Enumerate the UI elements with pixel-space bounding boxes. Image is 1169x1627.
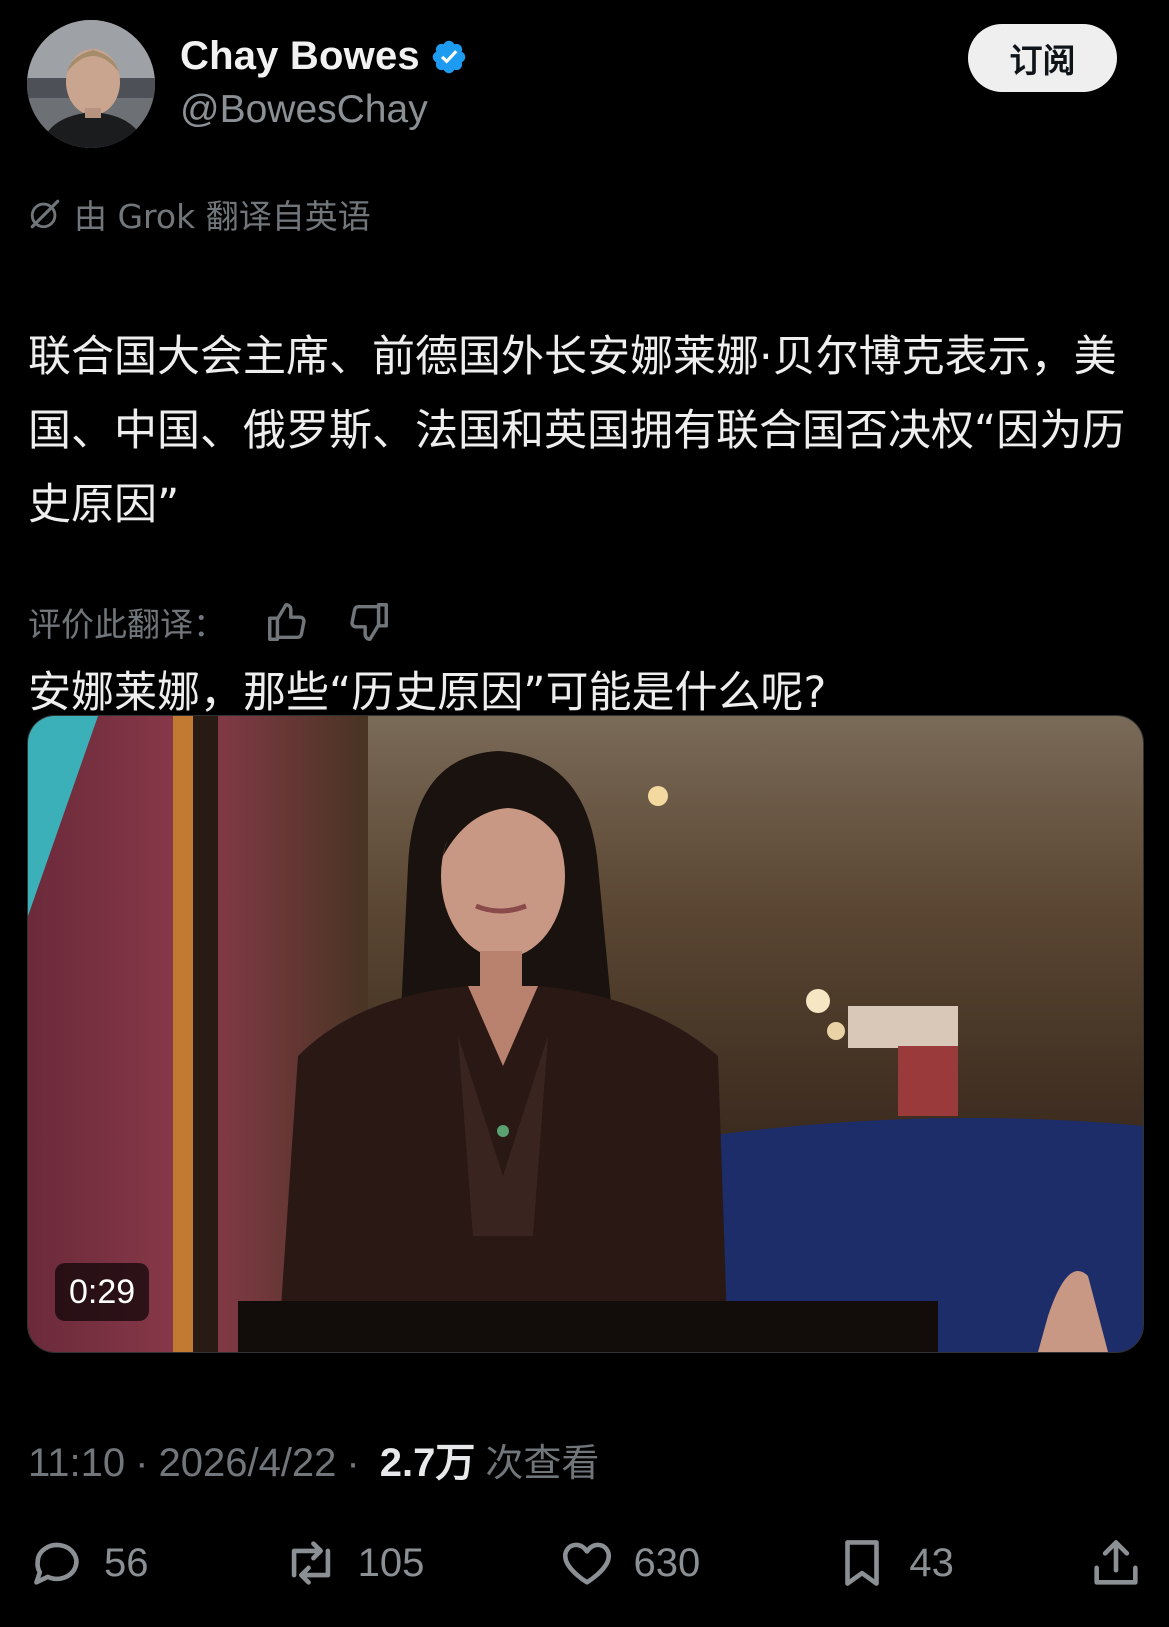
repost-count: 105 [357, 1540, 425, 1585]
reply-button[interactable]: 56 [28, 1534, 149, 1592]
share-icon [1094, 1540, 1138, 1585]
author-avatar[interactable] [27, 20, 155, 148]
author-display-name-row[interactable]: Chay Bowes [180, 34, 468, 79]
like-button[interactable]: 630 [558, 1534, 701, 1592]
tweet-date[interactable]: 2026/4/22 [158, 1441, 336, 1486]
avatar-photo [27, 20, 155, 148]
reply-count: 56 [104, 1540, 149, 1585]
bookmark-icon [845, 1540, 880, 1586]
tweet-time[interactable]: 11:10 [28, 1441, 125, 1486]
grok-icon [30, 199, 60, 229]
reply-icon [34, 1542, 79, 1585]
like-icon [562, 1542, 611, 1585]
video-duration-badge: 0:29 [55, 1263, 150, 1321]
thumbs-up-icon[interactable] [264, 599, 310, 645]
tweet-meta: 11:10 · 2026/4/22 · 2.7万 次查看 [28, 1430, 599, 1488]
rate-translation: 评价此翻译： [28, 598, 392, 646]
tweet-action-bar: 56 105 630 43 [28, 1528, 1145, 1598]
author-handle[interactable]: @BowesChay [180, 88, 428, 132]
share-button[interactable] [1087, 1534, 1145, 1592]
translation-note-label: 由 Grok 翻译自英语 [74, 197, 371, 236]
author-display-name[interactable]: Chay Bowes [180, 34, 420, 79]
rate-translation-label: 评价此翻译： [28, 605, 226, 644]
views-count[interactable]: 2.7万 [380, 1430, 476, 1488]
translation-note: 由 Grok 翻译自英语 [28, 190, 371, 238]
views-label: 次查看 [485, 1441, 600, 1485]
tweet-paragraph: 联合国大会主席、前德国外长安娜莱娜·贝尔博克表示，美国、中国、俄罗斯、法国和英国… [28, 332, 1126, 530]
verified-badge-icon [432, 40, 466, 73]
repost-icon [291, 1541, 330, 1585]
thumbs-down-icon[interactable] [346, 599, 392, 645]
like-count: 630 [633, 1540, 701, 1585]
repost-button[interactable]: 105 [282, 1534, 425, 1592]
meta-separator: · [135, 1441, 149, 1485]
subscribe-button[interactable]: 订阅 [968, 24, 1117, 92]
video-thumbnail [28, 716, 1143, 1352]
bookmark-count: 43 [909, 1540, 954, 1585]
bookmark-button[interactable]: 43 [833, 1534, 954, 1592]
meta-separator: · [346, 1441, 360, 1485]
video-player[interactable] [27, 715, 1144, 1353]
